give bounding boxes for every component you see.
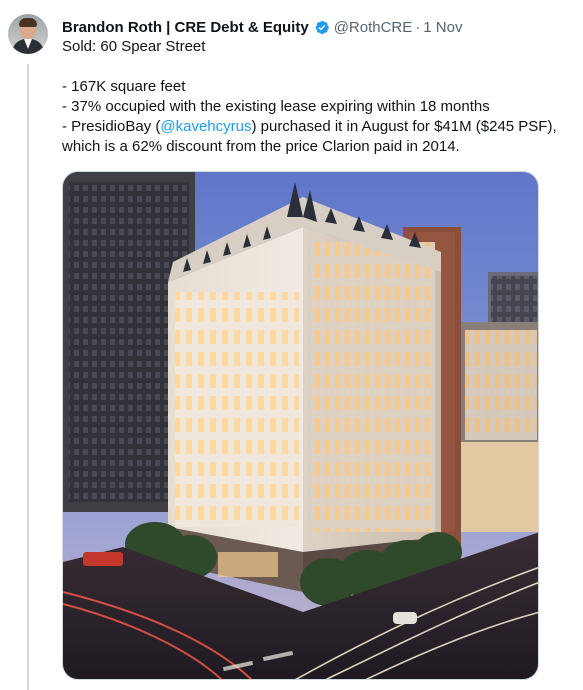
building-photo-illustration	[63, 172, 538, 679]
tweet-header: Brandon Roth | CRE Debt & Equity @RothCR…	[62, 17, 462, 37]
author-name[interactable]: Brandon Roth | CRE Debt & Equity	[62, 19, 309, 36]
timestamp[interactable]: 1 Nov	[423, 19, 462, 36]
text-line-sold: Sold: 60 Spear Street	[62, 38, 206, 55]
tweet-text: Sold: 60 Spear Street - 167K square feet…	[62, 37, 567, 157]
mention-link[interactable]: @kavehcyrus	[160, 118, 251, 135]
author-handle[interactable]: @RothCRE	[334, 19, 413, 36]
text-blank-line	[62, 57, 567, 77]
text-line-sqft: - 167K square feet	[62, 78, 186, 95]
text-line-occupied: - 37% occupied with the existing lease e…	[62, 98, 490, 115]
avatar[interactable]	[8, 14, 48, 54]
separator-dot: ·	[415, 18, 421, 36]
verified-badge-icon	[313, 19, 330, 36]
tweet-photo[interactable]	[62, 171, 539, 680]
text-line-discount: which is a 62% discount from the price C…	[62, 138, 460, 155]
buyer-prefix: - PresidioBay (	[62, 118, 161, 135]
text-line-buyer: - PresidioBay (@kavehcyrus) purchased it…	[62, 117, 567, 137]
thread-connector-line	[27, 64, 29, 690]
buyer-suffix: ) purchased it in August for $41M ($245 …	[251, 118, 557, 135]
